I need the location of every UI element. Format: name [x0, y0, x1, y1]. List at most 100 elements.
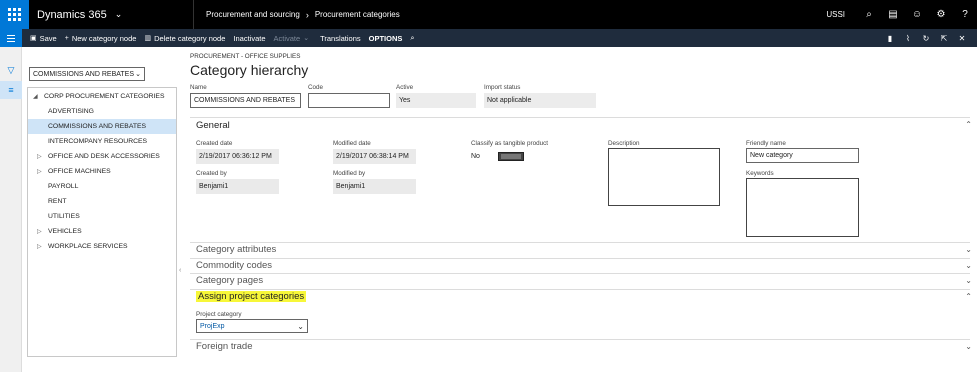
gear-icon[interactable]: ⚙: [929, 0, 953, 29]
section-divider: [190, 289, 970, 290]
tree-item-intercompany[interactable]: INTERCOMPANY RESOURCES: [28, 134, 176, 149]
chevron-down-icon[interactable]: ⌄: [965, 276, 972, 285]
breadcrumb: Procurement and sourcing › Procurement c…: [193, 0, 400, 29]
collapse-icon[interactable]: ◢: [33, 93, 38, 100]
tree-item-workplace[interactable]: ▷ WORKPLACE SERVICES: [28, 239, 176, 254]
chevron-down-icon[interactable]: ⌄: [965, 245, 972, 254]
name-label: Name: [190, 84, 207, 91]
chevron-up-icon[interactable]: ⌃: [965, 120, 972, 129]
active-field: Yes: [396, 93, 476, 108]
description-field[interactable]: [608, 148, 720, 206]
tree-item-vehicles[interactable]: ▷ VEHICLES: [28, 224, 176, 239]
app-name: Dynamics 365: [37, 8, 107, 21]
chevron-right-icon: ›: [305, 9, 309, 20]
active-label: Active: [396, 84, 414, 91]
chevron-down-icon: ⌄: [297, 321, 304, 331]
classify-value: No: [471, 153, 480, 160]
section-divider: [190, 242, 970, 243]
list-icon[interactable]: ≡: [0, 81, 22, 99]
tree-item-utilities[interactable]: UTILITIES: [28, 209, 176, 224]
code-field[interactable]: [308, 93, 390, 108]
save-icon: ▣: [30, 35, 37, 42]
category-hierarchy-selector[interactable]: COMMISSIONS AND REBATES ⌄: [29, 67, 145, 81]
options-tab[interactable]: OPTIONS: [369, 34, 403, 43]
breadcrumb-module[interactable]: Procurement and sourcing: [206, 10, 300, 19]
chevron-down-icon[interactable]: ⌄: [965, 342, 972, 351]
tree-item-office-desk[interactable]: ▷ OFFICE AND DESK ACCESSORIES: [28, 149, 176, 164]
delete-category-node-button[interactable]: ▥ Delete category node: [144, 34, 225, 43]
foreign-trade-header[interactable]: Foreign trade: [196, 341, 253, 352]
page-title: Category hierarchy: [190, 62, 309, 78]
friendly-name-label: Friendly name: [746, 140, 786, 147]
splitter-grip-icon: ‹: [179, 267, 182, 274]
code-label: Code: [308, 84, 324, 91]
office-icon[interactable]: ▮: [881, 34, 899, 43]
chevron-down-icon: ⌄: [135, 71, 141, 78]
expand-icon[interactable]: ▷: [37, 168, 42, 175]
import-status-label: Import status: [484, 84, 521, 91]
section-divider: [190, 117, 970, 118]
expand-icon[interactable]: ▷: [37, 153, 42, 160]
name-field[interactable]: COMMISSIONS AND REBATES: [190, 93, 301, 108]
action-search-icon[interactable]: ⌕: [410, 33, 414, 43]
modified-by-field: Benjami1: [333, 179, 416, 194]
smiley-icon[interactable]: ☺: [905, 0, 929, 29]
pane-splitter[interactable]: ‹: [178, 87, 186, 357]
tree-item-advertising[interactable]: ADVERTISING: [28, 104, 176, 119]
app-launcher-button[interactable]: [0, 0, 29, 29]
breadcrumb-page[interactable]: Procurement categories: [315, 10, 400, 19]
friendly-name-field[interactable]: New category: [746, 148, 859, 163]
plus-icon: +: [64, 34, 69, 42]
tree-item-payroll[interactable]: PAYROLL: [28, 179, 176, 194]
category-pages-header[interactable]: Category pages: [196, 275, 263, 286]
general-section-header[interactable]: General: [196, 120, 230, 131]
close-icon[interactable]: ✕: [953, 34, 971, 43]
translations-button[interactable]: Translations: [320, 34, 361, 43]
chevron-down-icon: ⌄: [303, 35, 310, 42]
tree-root-node[interactable]: ◢ CORP PROCUREMENT CATEGORIES: [28, 89, 176, 104]
app-title[interactable]: Dynamics 365 ⌄: [37, 9, 187, 21]
category-attributes-header[interactable]: Category attributes: [196, 244, 276, 255]
activate-button[interactable]: Activate ⌄: [274, 34, 313, 43]
tree-item-commissions[interactable]: COMMISSIONS AND REBATES: [28, 119, 176, 134]
top-nav-bar: Dynamics 365 ⌄ Procurement and sourcing …: [0, 0, 977, 29]
company-picker[interactable]: USSI: [826, 10, 845, 19]
left-filter-strip: ▽ ≡: [0, 47, 22, 372]
hamburger-menu-button[interactable]: [0, 29, 22, 47]
inactivate-button[interactable]: Inactivate: [233, 34, 265, 43]
keywords-field[interactable]: [746, 178, 859, 237]
section-divider: [190, 339, 970, 340]
expand-icon[interactable]: ▷: [37, 228, 42, 235]
filter-icon[interactable]: ▽: [0, 61, 22, 79]
section-divider: [190, 273, 970, 274]
save-button[interactable]: ▣ Save: [30, 34, 57, 43]
page-context: PROCUREMENT - OFFICE SUPPLIES: [190, 53, 301, 60]
section-divider: [190, 258, 970, 259]
help-icon[interactable]: ?: [953, 0, 977, 29]
attachment-icon[interactable]: ⌇: [899, 34, 917, 43]
chevron-down-icon[interactable]: ⌄: [965, 261, 972, 270]
assign-project-categories-header[interactable]: Assign project categories: [196, 291, 307, 302]
new-category-node-button[interactable]: + New category node: [65, 34, 137, 43]
created-by-field: Benjami1: [196, 179, 279, 194]
search-icon[interactable]: ⌕: [857, 0, 881, 29]
action-pane: ▣ Save + New category node ▥ Delete cate…: [0, 29, 977, 47]
project-category-label: Project category: [196, 311, 242, 318]
expand-icon[interactable]: ▷: [37, 243, 42, 250]
popout-icon[interactable]: ⇱: [935, 34, 953, 43]
modified-date-field: 2/19/2017 06:38:14 PM: [333, 149, 416, 164]
commodity-codes-header[interactable]: Commodity codes: [196, 260, 272, 271]
trash-icon: ▥: [144, 35, 152, 42]
created-date-field: 2/19/2017 06:36:12 PM: [196, 149, 279, 164]
chevron-up-icon[interactable]: ⌃: [965, 292, 972, 301]
chevron-down-icon: ⌄: [114, 9, 123, 19]
project-category-dropdown[interactable]: ProjExp ⌄: [196, 319, 308, 333]
keywords-label: Keywords: [746, 170, 774, 177]
classify-toggle[interactable]: [498, 152, 524, 161]
tree-item-office-machines[interactable]: ▷ OFFICE MACHINES: [28, 164, 176, 179]
chat-icon[interactable]: ▤: [881, 0, 905, 29]
refresh-icon[interactable]: ↻: [917, 34, 935, 43]
tree-item-rent[interactable]: RENT: [28, 194, 176, 209]
created-by-label: Created by: [196, 170, 227, 177]
modified-date-label: Modified date: [333, 140, 371, 147]
